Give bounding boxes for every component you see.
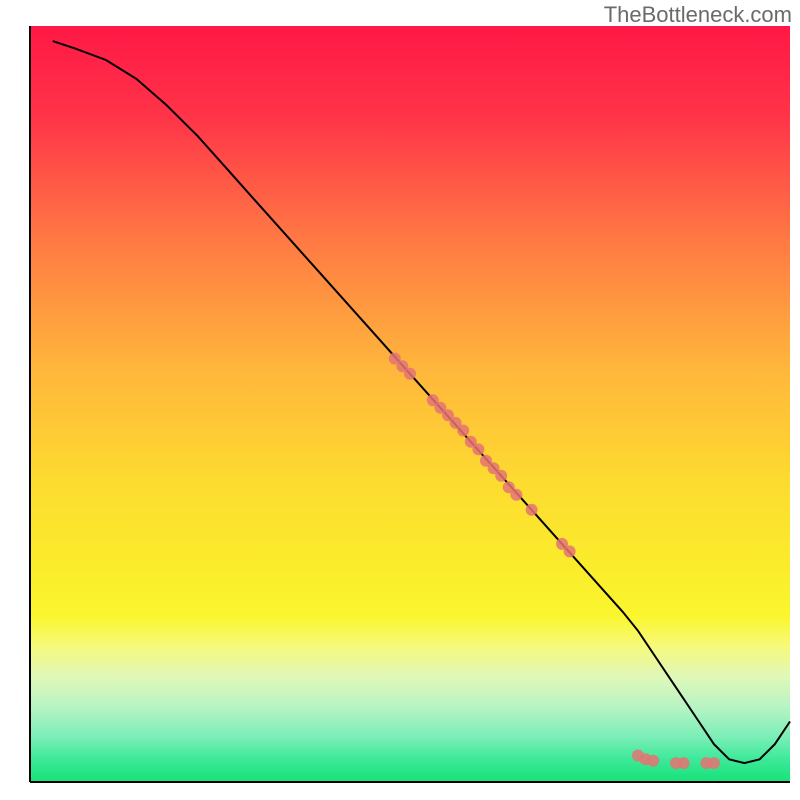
bottleneck-chart [0,0,800,800]
right-border [790,0,800,800]
scatter-point [472,443,484,455]
scatter-point [678,757,690,769]
watermark-text: TheBottleneck.com [604,2,792,28]
left-border [0,0,30,800]
scatter-point [647,755,659,767]
scatter-point [564,545,576,557]
scatter-point [708,757,720,769]
chart-container: TheBottleneck.com [0,0,800,800]
scatter-point [404,368,416,380]
scatter-point [510,489,522,501]
scatter-point [495,470,507,482]
scatter-point [526,504,538,516]
gradient-background [30,26,790,782]
bottom-border [0,782,800,800]
scatter-point [457,425,469,437]
